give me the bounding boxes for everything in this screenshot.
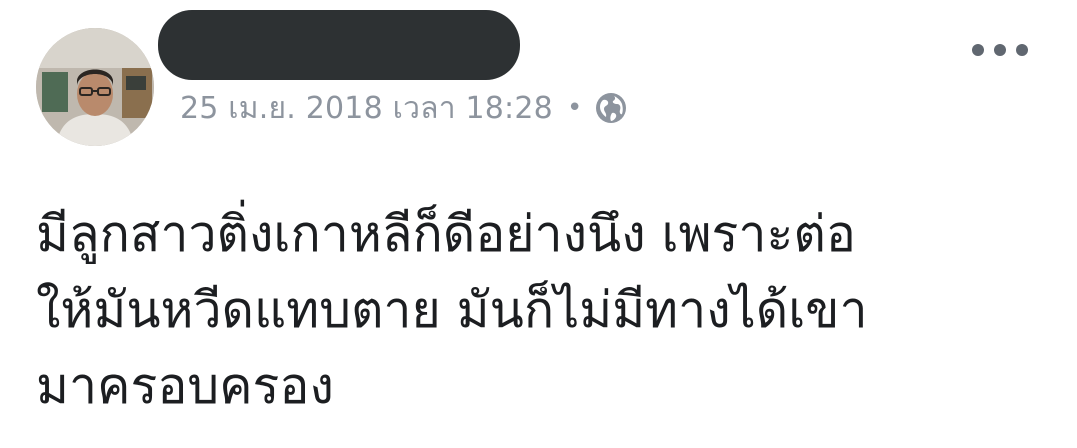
post-text-line: มีลูกสาวติ่งเกาหลีก็ดีอย่างนึง เพราะต่อ (36, 205, 856, 263)
globe-icon[interactable] (594, 91, 628, 125)
more-options-icon (972, 44, 984, 56)
more-options-icon (994, 44, 1006, 56)
more-options-button[interactable] (972, 36, 1028, 64)
more-options-icon (1016, 44, 1028, 56)
facebook-post: 25 เม.ย. 2018 เวลา 18:28 • มีลูกสาวติ่งเ… (0, 0, 1077, 448)
post-text-line: ให้มันหวีดแทบตาย มันก็ไม่มีทางได้เขา (36, 281, 868, 339)
meta-separator: • (566, 93, 583, 123)
post-timestamp[interactable]: 25 เม.ย. 2018 เวลา 18:28 (180, 85, 553, 132)
profile-photo-icon (36, 28, 154, 146)
author-name-redacted (158, 10, 520, 80)
post-meta: 25 เม.ย. 2018 เวลา 18:28 • (180, 86, 628, 130)
post-body: มีลูกสาวติ่งเกาหลีก็ดีอย่างนึง เพราะต่อ … (36, 196, 1056, 424)
post-text-line: มาครอบครอง (36, 357, 334, 415)
avatar[interactable] (36, 28, 154, 146)
